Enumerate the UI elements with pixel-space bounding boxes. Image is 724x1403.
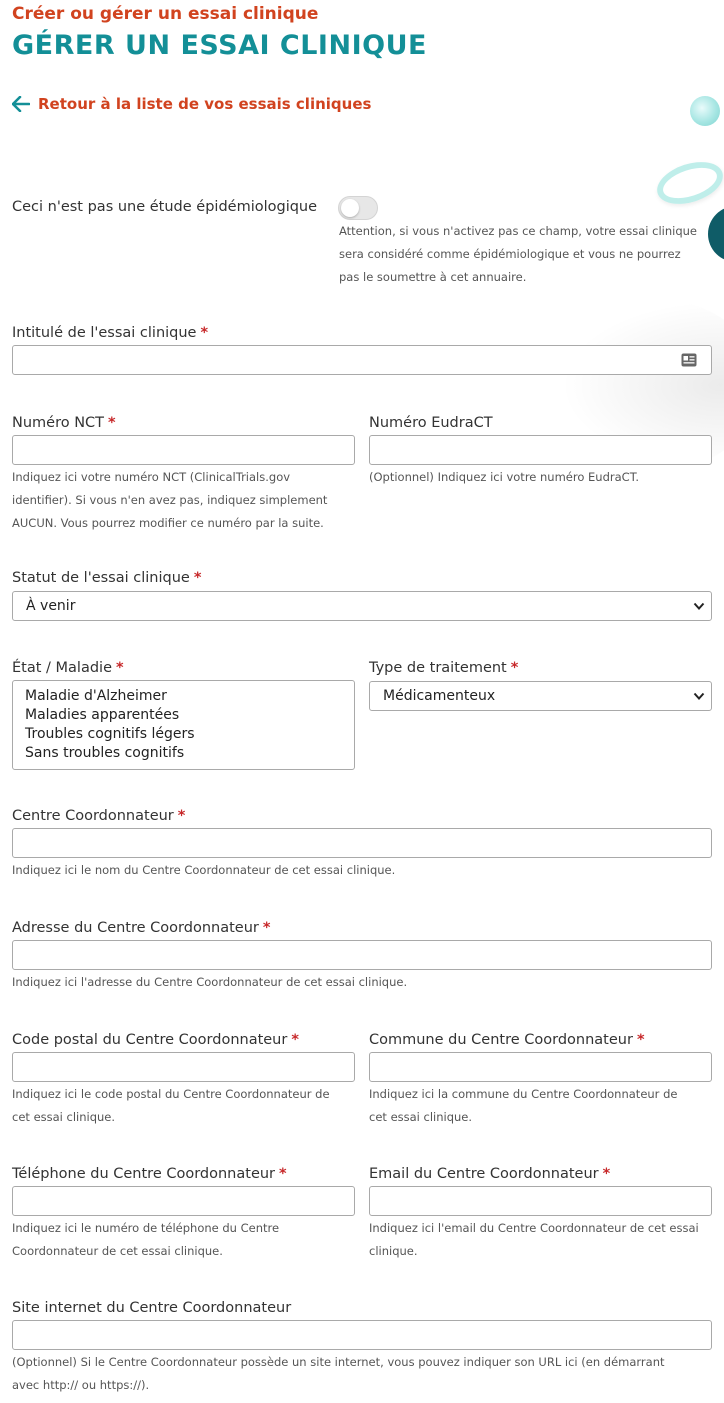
status-select[interactable]: À venir <box>12 591 712 621</box>
back-link-label: Retour à la liste de vos essais clinique… <box>38 95 372 113</box>
center-field-label: Centre Coordonnateur * <box>12 808 186 824</box>
epidemio-help: Attention, si vous n'activez pas ce cham… <box>339 224 697 284</box>
title-field-label: Intitulé de l'essai clinique * <box>12 325 209 341</box>
eudract-help: (Optionnel) Indiquez ici votre numéro Eu… <box>369 470 640 484</box>
decorative-shape <box>708 206 724 262</box>
treatment-select[interactable]: Médicamenteux <box>369 681 712 711</box>
condition-field-label: État / Maladie * <box>12 660 124 676</box>
postal-help: Indiquez ici le code postal du Centre Co… <box>12 1087 330 1124</box>
center-help: Indiquez ici le nom du Centre Coordonnat… <box>12 863 396 877</box>
nct-field-label: Numéro NCT * <box>12 415 116 431</box>
contact-card-icon <box>681 353 697 367</box>
status-selected-value: À venir <box>26 598 76 614</box>
back-link[interactable]: Retour à la liste de vos essais clinique… <box>12 95 371 113</box>
decorative-sphere <box>690 96 720 126</box>
toggle-knob <box>341 199 359 217</box>
website-help: (Optionnel) Si le Centre Coordonnateur p… <box>12 1355 665 1392</box>
nct-input[interactable] <box>12 435 355 465</box>
treatment-selected-value: Médicamenteux <box>383 688 496 704</box>
condition-option[interactable]: Troubles cognitifs légers <box>25 725 342 744</box>
status-field-label: Statut de l'essai clinique * <box>12 570 202 586</box>
city-help: Indiquez ici la commune du Centre Coordo… <box>369 1087 678 1124</box>
nct-help: Indiquez ici votre numéro NCT (ClinicalT… <box>12 470 328 530</box>
epidemio-label: Ceci n'est pas une étude épidémiologique <box>12 199 318 215</box>
chevron-down-icon <box>693 602 705 610</box>
eudract-field-label: Numéro EudraCT <box>369 415 493 431</box>
condition-listbox[interactable]: Maladie d'Alzheimer Maladies apparentées… <box>12 680 355 770</box>
page-title: GÉRER UN ESSAI CLINIQUE <box>12 30 427 61</box>
eudract-input[interactable] <box>369 435 712 465</box>
website-field-label: Site internet du Centre Coordonnateur <box>12 1300 292 1316</box>
treatment-field-label: Type de traitement * <box>369 660 519 676</box>
decorative-ring <box>651 154 724 212</box>
phone-field-label: Téléphone du Centre Coordonnateur * <box>12 1166 287 1182</box>
phone-help: Indiquez ici le numéro de téléphone du C… <box>12 1221 280 1258</box>
postal-input[interactable] <box>12 1052 355 1082</box>
condition-option[interactable]: Sans troubles cognitifs <box>25 744 342 763</box>
page-kicker: Créer ou gérer un essai clinique <box>12 4 319 24</box>
email-help: Indiquez ici l'email du Centre Coordonna… <box>369 1221 699 1258</box>
city-field-label: Commune du Centre Coordonnateur * <box>369 1032 645 1048</box>
address-input[interactable] <box>12 940 712 970</box>
center-input[interactable] <box>12 828 712 858</box>
email-input[interactable] <box>369 1186 712 1216</box>
condition-option[interactable]: Maladie d'Alzheimer <box>25 687 342 706</box>
title-input[interactable] <box>12 345 712 375</box>
city-input[interactable] <box>369 1052 712 1082</box>
condition-option[interactable]: Maladies apparentées <box>25 706 342 725</box>
epidemio-toggle[interactable] <box>338 196 378 220</box>
arrow-left-icon <box>12 96 30 112</box>
chevron-down-icon <box>693 692 705 700</box>
postal-field-label: Code postal du Centre Coordonnateur * <box>12 1032 299 1048</box>
address-help: Indiquez ici l'adresse du Centre Coordon… <box>12 975 408 989</box>
phone-input[interactable] <box>12 1186 355 1216</box>
website-input[interactable] <box>12 1320 712 1350</box>
email-field-label: Email du Centre Coordonnateur * <box>369 1166 611 1182</box>
address-field-label: Adresse du Centre Coordonnateur * <box>12 920 271 936</box>
